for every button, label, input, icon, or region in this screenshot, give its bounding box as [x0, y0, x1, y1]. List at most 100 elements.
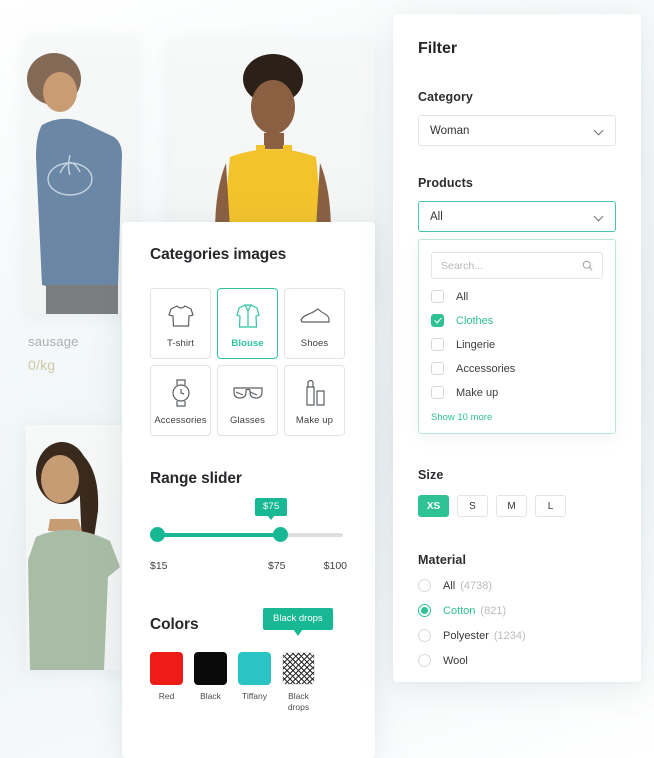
chevron-down-icon — [595, 126, 604, 135]
product-option-accessories[interactable]: Accessories — [431, 362, 603, 375]
product-photo-card[interactable] — [26, 37, 136, 314]
size-button-m[interactable]: M — [496, 495, 527, 517]
watch-icon — [170, 376, 192, 410]
radio-button[interactable] — [418, 654, 431, 667]
category-section: Category Woman — [418, 90, 616, 146]
filter-panel-title: Filter — [418, 40, 458, 57]
color-label: Tiffany — [241, 691, 268, 701]
slider-handle-min[interactable] — [150, 527, 165, 542]
color-swatch-red[interactable]: Red — [150, 652, 183, 712]
products-dropdown: All Clothes Lingerie Accessories Make up… — [418, 239, 616, 434]
category-tile-label: Blouse — [231, 337, 264, 349]
product-option-lingerie[interactable]: Lingerie — [431, 338, 603, 351]
option-label: Clothes — [456, 314, 494, 327]
color-swatch-tiffany[interactable]: Tiffany — [238, 652, 271, 712]
option-label: Lingerie — [456, 338, 496, 351]
category-tile-label: Shoes — [300, 337, 329, 349]
color-chip[interactable] — [282, 652, 315, 685]
size-label: Size — [418, 468, 444, 482]
category-label: Category — [418, 90, 473, 104]
category-tile-grid: T-shirt Blouse Shoes Accessories Glasses — [150, 288, 347, 436]
checkbox[interactable] — [431, 386, 444, 399]
category-tile-accessories[interactable]: Accessories — [150, 365, 211, 436]
checkbox[interactable] — [431, 362, 444, 375]
shoe-icon — [299, 299, 330, 333]
checkbox[interactable] — [431, 290, 444, 303]
category-tile-shoes[interactable]: Shoes — [284, 288, 345, 359]
radio-button[interactable] — [418, 629, 431, 642]
size-section: Size XS S M L — [418, 468, 616, 517]
products-section: Products All All Clothes — [418, 176, 616, 434]
material-count: (1234) — [493, 629, 526, 642]
product-price: 0/kg — [28, 357, 56, 373]
material-label: Material — [418, 553, 467, 567]
material-name: Wool — [443, 654, 468, 667]
category-tile-label: Accessories — [154, 414, 207, 426]
category-select-value: Woman — [430, 124, 470, 137]
size-options: XS S M L — [418, 495, 616, 517]
chevron-down-icon — [595, 212, 604, 221]
size-button-s[interactable]: S — [457, 495, 488, 517]
product-option-makeup[interactable]: Make up — [431, 386, 603, 399]
slider-current-label: $75 — [268, 560, 286, 572]
option-label: Make up — [456, 386, 499, 399]
material-option-all[interactable]: All (4738) — [418, 579, 616, 592]
show-more-link[interactable]: Show 10 more — [431, 412, 603, 423]
range-slider-section: Range slider $75 $15 $75 $100 — [150, 470, 347, 574]
color-chip[interactable] — [238, 652, 271, 685]
slider-scale: $15 $75 $100 — [150, 560, 347, 574]
product-name: sausage — [28, 334, 79, 349]
option-label: Accessories — [456, 362, 516, 375]
material-name: Cotton — [443, 604, 476, 617]
color-label: Black — [200, 691, 221, 701]
category-tile-makeup[interactable]: Make up — [284, 365, 345, 436]
radio-button[interactable] — [418, 579, 431, 592]
range-slider[interactable]: $75 — [150, 498, 347, 550]
category-tile-glasses[interactable]: Glasses — [217, 365, 278, 436]
color-swatch-black-drops[interactable]: Black drops — [282, 652, 315, 712]
blouse-icon — [235, 299, 261, 333]
color-chip[interactable] — [194, 652, 227, 685]
categories-panel: Categories images T-shirt Blouse Shoes A… — [122, 222, 375, 758]
material-option-cotton[interactable]: Cotton (821) — [418, 604, 616, 617]
checkbox[interactable] — [431, 338, 444, 351]
category-tile-tshirt[interactable]: T-shirt — [150, 288, 211, 359]
material-count: (821) — [480, 604, 507, 617]
filter-panel: Filter Category Woman Products All Searc… — [393, 14, 641, 682]
product-photo-card[interactable] — [26, 425, 136, 670]
slider-tooltip: $75 — [255, 498, 288, 520]
range-slider-title: Range slider — [150, 470, 242, 487]
colors-section: Colors Black drops Red Black Tiffany Bla… — [150, 608, 347, 712]
product-option-all[interactable]: All — [431, 290, 603, 303]
slider-handle-max[interactable] — [273, 527, 288, 542]
material-section: Material All (4738) Cotton (821) Polyest… — [418, 553, 616, 667]
products-select-value: All — [430, 210, 443, 223]
product-option-clothes[interactable]: Clothes — [431, 314, 603, 327]
color-chip[interactable] — [150, 652, 183, 685]
material-name: Polyester — [443, 629, 489, 642]
material-count: (4738) — [460, 579, 493, 592]
search-input[interactable] — [441, 259, 581, 272]
color-swatch-row: Red Black Tiffany Black drops — [150, 652, 347, 712]
category-tile-blouse[interactable]: Blouse — [217, 288, 278, 359]
size-button-xs[interactable]: XS — [418, 495, 449, 517]
slider-track-fill — [154, 533, 281, 537]
material-name: All — [443, 579, 456, 592]
option-label: All — [456, 290, 469, 303]
lipstick-icon — [303, 376, 327, 410]
radio-button[interactable] — [418, 604, 431, 617]
photo-woman-green-tshirt — [28, 442, 120, 670]
product-search[interactable] — [431, 252, 603, 279]
checkbox[interactable] — [431, 314, 444, 327]
color-label: Red — [158, 691, 175, 701]
material-option-wool[interactable]: Wool — [418, 654, 616, 667]
photo-man-blue-tshirt — [27, 53, 122, 314]
search-icon — [582, 260, 593, 271]
material-option-polyester[interactable]: Polyester (1234) — [418, 629, 616, 642]
size-button-l[interactable]: L — [535, 495, 566, 517]
products-select[interactable]: All — [418, 201, 616, 232]
color-label: Black drops — [287, 691, 310, 712]
slider-min-label: $15 — [150, 560, 168, 572]
color-swatch-black[interactable]: Black — [194, 652, 227, 712]
category-select[interactable]: Woman — [418, 115, 616, 146]
